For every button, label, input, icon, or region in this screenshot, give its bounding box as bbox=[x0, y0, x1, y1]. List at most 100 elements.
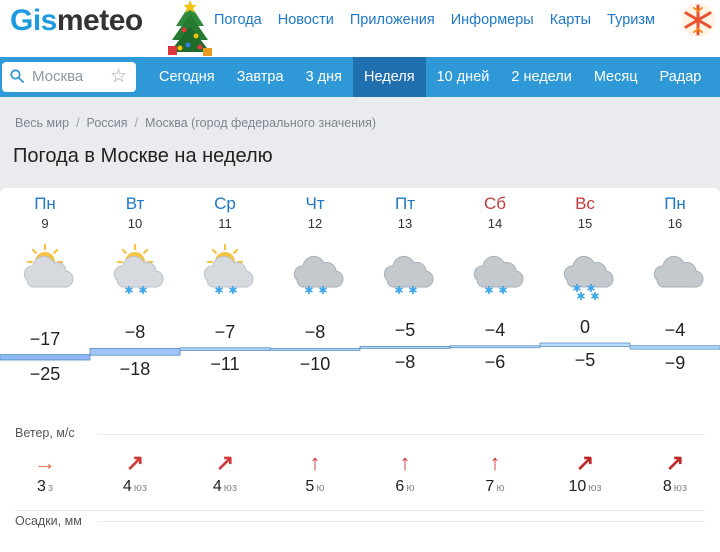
day-name: Сб bbox=[483, 194, 506, 213]
svg-text:✱: ✱ bbox=[214, 284, 223, 297]
wind-speed: 6ю bbox=[395, 478, 415, 495]
day-header-7[interactable]: Пн 16 bbox=[630, 194, 720, 231]
cloudy-snow-icon: ✱ ✱ bbox=[293, 255, 344, 297]
day-name: Пт bbox=[394, 194, 415, 213]
day-header-6[interactable]: Вс 15 bbox=[540, 194, 630, 231]
temp-max: −7 bbox=[214, 321, 236, 342]
wind-direction-icon: ↑ bbox=[309, 450, 321, 475]
day-name: Пн bbox=[34, 194, 56, 213]
temp-bar bbox=[359, 345, 451, 349]
svg-text:✱: ✱ bbox=[576, 290, 585, 300]
nav-weather[interactable]: Погода bbox=[214, 12, 262, 28]
cloudy-heavy-snow-icon: ✱ ✱✱ ✱ bbox=[563, 255, 614, 300]
gismeteo-logo[interactable]: Gismeteo bbox=[10, 4, 143, 38]
day-header-1[interactable]: Вт 10 bbox=[90, 194, 180, 231]
breadcrumb-separator: / bbox=[76, 116, 80, 130]
breadcrumb: Весь мир / Россия / Москва (город федерально… bbox=[15, 116, 376, 130]
day-number: 15 bbox=[577, 216, 593, 231]
tab-tomorrow[interactable]: Завтра bbox=[226, 57, 295, 97]
logo-part2: meteo bbox=[56, 4, 143, 37]
temp-min: −11 bbox=[210, 354, 240, 375]
precip-label: Осадки, мм bbox=[15, 514, 82, 528]
breadcrumb-world[interactable]: Весь мир bbox=[15, 116, 69, 130]
day-number: 9 bbox=[41, 216, 49, 231]
temp-bar bbox=[629, 345, 720, 350]
tab-10-days[interactable]: 10 дней bbox=[426, 57, 501, 97]
wind-direction-icon: → bbox=[34, 450, 56, 475]
wind-direction-icon: ↗ bbox=[125, 450, 145, 475]
page-title: Погода в Москве на неделю bbox=[13, 145, 273, 167]
temp-bar bbox=[539, 342, 631, 347]
logo-part1: Gis bbox=[10, 4, 57, 37]
day-header-5[interactable]: Сб 14 bbox=[450, 194, 540, 231]
temp-max: −5 bbox=[394, 320, 416, 341]
wind-speed: 4 юз bbox=[212, 478, 238, 495]
tab-2-weeks[interactable]: 2 недели bbox=[500, 57, 582, 97]
temp-min: −18 bbox=[119, 359, 151, 380]
nav-maps[interactable]: Карты bbox=[550, 12, 591, 28]
temp-max: −4 bbox=[484, 319, 506, 340]
day-name: Чт bbox=[305, 194, 325, 213]
tab-3-days[interactable]: 3 дня bbox=[295, 57, 353, 97]
svg-text:✱: ✱ bbox=[498, 284, 507, 297]
temp-bar bbox=[269, 348, 361, 351]
day-header-4[interactable]: Пт 13 bbox=[360, 194, 450, 231]
svg-text:✱: ✱ bbox=[304, 284, 313, 297]
tab-month[interactable]: Месяц bbox=[583, 57, 649, 97]
wind-speed: 10 юз bbox=[568, 478, 602, 495]
search-icon bbox=[10, 69, 24, 83]
svg-text:✱: ✱ bbox=[484, 284, 493, 297]
period-tabs: Сегодня Завтра 3 дня Неделя 10 дней 2 не… bbox=[148, 57, 712, 97]
favorite-star-icon[interactable]: ☆ bbox=[110, 65, 127, 88]
temp-bar bbox=[449, 345, 541, 349]
svg-text:✱: ✱ bbox=[394, 284, 403, 297]
day-number: 13 bbox=[397, 216, 413, 231]
tab-radar[interactable]: Радар bbox=[649, 57, 713, 97]
search-input[interactable]: Москва ☆ bbox=[2, 62, 136, 92]
day-header-3[interactable]: Чт 12 bbox=[270, 194, 360, 231]
temp-min: −6 bbox=[484, 351, 506, 372]
temp-min: −9 bbox=[664, 353, 686, 374]
snowflake-icon[interactable] bbox=[680, 2, 716, 38]
divider bbox=[98, 434, 705, 435]
temp-min: −8 bbox=[394, 352, 416, 373]
wind-direction-icon: ↑ bbox=[489, 450, 501, 475]
wind-speed: 4 юз bbox=[122, 478, 148, 495]
day-header-0[interactable]: Пн 9 bbox=[0, 194, 90, 231]
temp-max: −17 bbox=[29, 328, 61, 349]
tab-week[interactable]: Неделя bbox=[352, 57, 426, 97]
day-name: Пн bbox=[664, 194, 686, 213]
temp-bar bbox=[179, 347, 271, 351]
wind-direction-icon: ↗ bbox=[575, 450, 595, 475]
partly-cloudy-snow-icon: ✱ ✱ bbox=[203, 243, 254, 297]
nav-news[interactable]: Новости bbox=[278, 12, 334, 28]
wind-speed: 7ю bbox=[485, 478, 505, 495]
divider bbox=[15, 510, 705, 511]
search-area: Москва ☆ bbox=[0, 57, 140, 97]
breadcrumb-separator: / bbox=[134, 116, 139, 130]
wind-speed: 3з bbox=[37, 478, 53, 495]
temp-bar bbox=[89, 348, 181, 356]
svg-text:✱: ✱ bbox=[590, 290, 599, 300]
christmas-tree-icon bbox=[168, 0, 212, 56]
cloudy-icon bbox=[653, 255, 704, 288]
temp-bar bbox=[0, 354, 91, 361]
svg-text:✱: ✱ bbox=[318, 284, 327, 297]
breadcrumb-russia[interactable]: Россия bbox=[87, 116, 128, 130]
day-name: Вс bbox=[575, 194, 595, 213]
partly-cloudy-snow-icon: ✱ ✱ bbox=[113, 243, 164, 297]
nav-apps[interactable]: Приложения bbox=[350, 12, 435, 28]
svg-text:✱: ✱ bbox=[124, 284, 133, 297]
day-header-2[interactable]: Ср 11 bbox=[180, 194, 270, 231]
nav-tourism[interactable]: Туризм bbox=[607, 12, 655, 28]
nav-informers[interactable]: Информеры bbox=[451, 12, 534, 28]
day-number: 10 bbox=[127, 216, 143, 231]
search-value: Москва bbox=[32, 68, 84, 85]
tab-today[interactable]: Сегодня bbox=[148, 57, 226, 97]
day-number: 16 bbox=[667, 216, 683, 231]
wind-speed: 5ю bbox=[305, 478, 325, 495]
temp-min: −25 bbox=[29, 364, 61, 384]
day-name: Вт bbox=[125, 194, 145, 213]
breadcrumb-moscow[interactable]: Москва (город федерального значения) bbox=[145, 116, 376, 130]
wind-direction-icon: ↗ bbox=[215, 450, 235, 475]
